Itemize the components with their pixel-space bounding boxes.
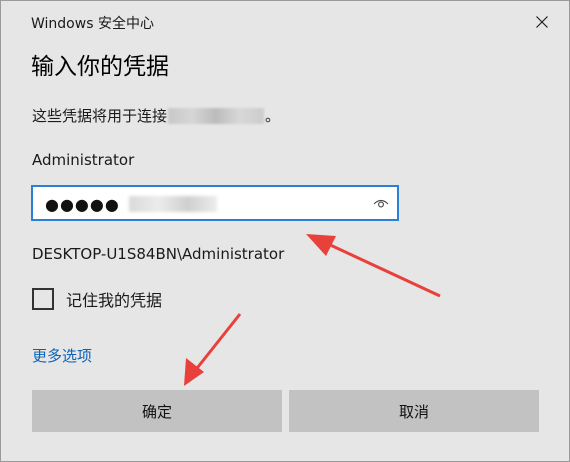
description-prefix: 这些凭据将用于连接 (32, 107, 168, 125)
password-input[interactable]: ●●●●● (31, 185, 399, 221)
eye-icon[interactable] (373, 197, 389, 209)
password-dots: ●●●●● (45, 195, 120, 214)
ok-button[interactable]: 确定 (32, 390, 282, 432)
more-options-link[interactable]: 更多选项 (32, 345, 92, 366)
close-button[interactable] (527, 7, 557, 37)
redacted-password (129, 196, 217, 212)
close-icon (536, 16, 548, 28)
remember-credentials-row[interactable]: 记住我的凭据 (32, 287, 162, 311)
window-title: Windows 安全中心 (31, 16, 154, 32)
connection-description: 这些凭据将用于连接 。 (32, 105, 280, 126)
dialog-heading: 输入你的凭据 (31, 54, 169, 80)
cancel-button[interactable]: 取消 (289, 390, 539, 432)
username-label: Administrator (32, 151, 135, 169)
account-name: DESKTOP-U1S84BN\Administrator (32, 245, 285, 263)
remember-checkbox[interactable] (32, 288, 54, 310)
ok-button-label: 确定 (141, 402, 172, 421)
remember-label[interactable]: 记住我的凭据 (66, 287, 162, 311)
credential-dialog: Windows 安全中心 输入你的凭据 这些凭据将用于连接 。 Administr… (0, 0, 570, 462)
description-suffix: 。 (265, 107, 281, 125)
cancel-button-label: 取消 (398, 402, 429, 421)
redacted-host (168, 108, 265, 124)
